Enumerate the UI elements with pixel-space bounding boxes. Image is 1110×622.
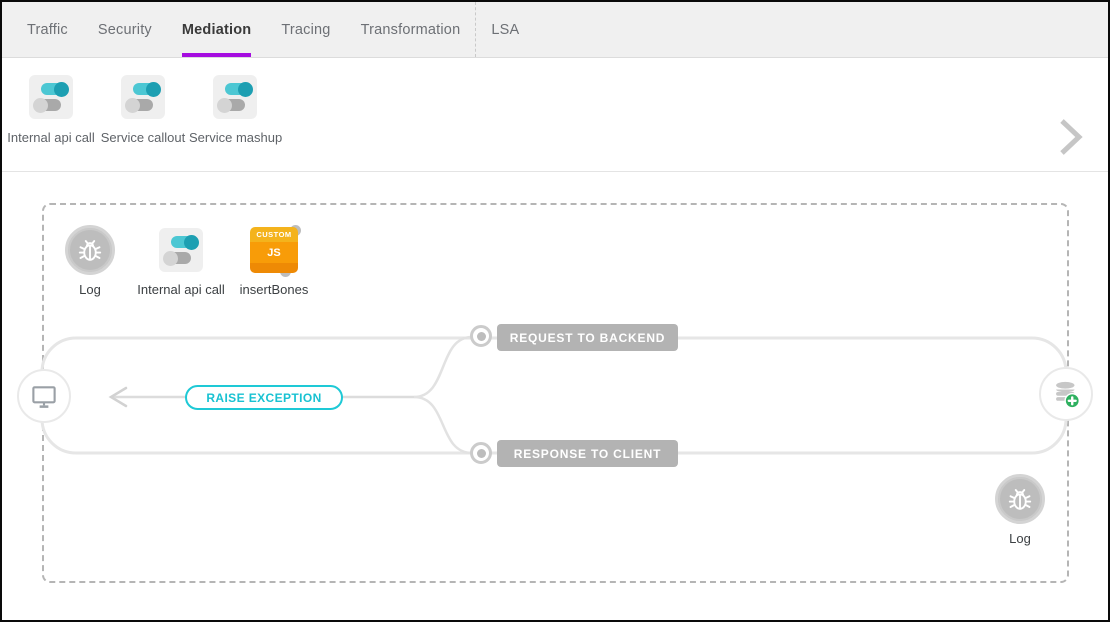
tab-transformation[interactable]: Transformation	[346, 2, 476, 57]
mediation-flow-canvas[interactable]: Log Internal api call CUSTOM JS	[2, 172, 1108, 620]
chevron-right-icon	[1058, 118, 1084, 156]
tab-tracing[interactable]: Tracing	[266, 2, 345, 57]
toggle-switch-icon	[121, 75, 165, 119]
request-to-backend-label[interactable]: REQUEST TO BACKEND	[497, 324, 678, 351]
custom-js-icon: CUSTOM JS	[250, 227, 298, 273]
database-add-icon	[1049, 377, 1083, 411]
monitor-icon	[29, 381, 59, 411]
tab-security[interactable]: Security	[83, 2, 167, 57]
palette-item-label: Service callout	[97, 130, 189, 145]
request-flow-node[interactable]	[470, 325, 492, 347]
tab-label: Transformation	[361, 22, 461, 38]
toggle-switch-icon	[29, 75, 73, 119]
policy-insertbones[interactable]: CUSTOM JS insertBones	[214, 224, 334, 297]
fork-up	[414, 337, 472, 397]
custom-js-badge-text: JS	[250, 242, 298, 263]
raise-exception-label[interactable]: RAISE EXCEPTION	[185, 385, 343, 410]
bug-log-icon	[65, 225, 115, 275]
palette-item-label: Internal api call	[5, 130, 97, 145]
client-endpoint[interactable]	[17, 369, 71, 423]
tab-lsa[interactable]: LSA	[476, 2, 534, 57]
response-flow-node[interactable]	[470, 442, 492, 464]
tab-mediation[interactable]: Mediation	[167, 2, 266, 57]
policy-label: insertBones	[214, 282, 334, 297]
tab-label: Traffic	[27, 22, 68, 38]
palette-item-service-mashup[interactable]: Service mashup	[189, 72, 281, 171]
toggle-switch-icon	[159, 228, 203, 272]
palette-next-button[interactable]	[1056, 116, 1086, 158]
api-policy-editor-window: Traffic Security Mediation Tracing Trans…	[0, 0, 1110, 622]
palette-item-label: Service mashup	[189, 130, 281, 145]
palette-item-service-callout[interactable]: Service callout	[97, 72, 189, 171]
policy-label: Log	[960, 531, 1080, 546]
toggle-switch-icon	[213, 75, 257, 119]
custom-js-badge-top: CUSTOM	[250, 227, 298, 242]
fork-down	[414, 397, 472, 453]
policy-log-response[interactable]: Log	[960, 473, 1080, 546]
policy-tabbar: Traffic Security Mediation Tracing Trans…	[2, 2, 1108, 58]
tab-label: Tracing	[281, 22, 330, 38]
tab-label: Mediation	[182, 22, 251, 38]
response-to-client-label[interactable]: RESPONSE TO CLIENT	[497, 440, 678, 467]
palette-item-internal-api-call[interactable]: Internal api call	[5, 72, 97, 171]
tab-traffic[interactable]: Traffic	[12, 2, 83, 57]
bug-log-icon	[995, 474, 1045, 524]
policy-palette: Internal api call Service callout Servic…	[2, 58, 1108, 172]
backend-endpoint[interactable]	[1039, 367, 1093, 421]
tab-label: LSA	[491, 22, 519, 38]
tab-label: Security	[98, 22, 152, 38]
